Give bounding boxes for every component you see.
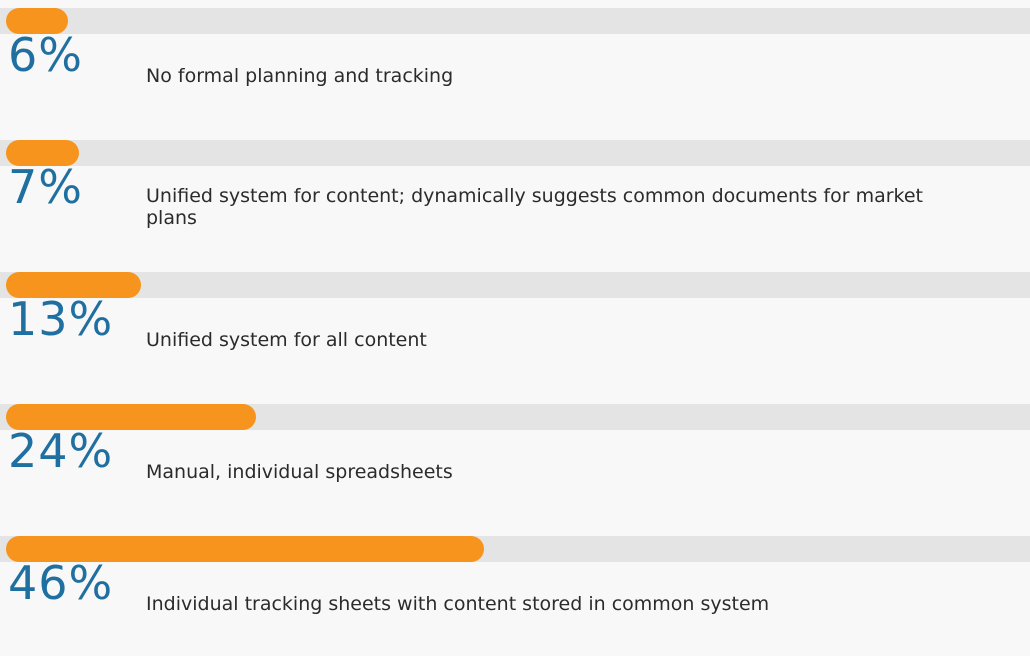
chart: 6% No formal planning and tracking 7% Un… [0,0,1030,628]
category-label: Manual, individual spreadsheets [146,461,453,483]
value-label: 13% [8,292,114,346]
category-label: No formal planning and tracking [146,65,454,87]
value-label: 6% [8,28,83,82]
category-label: Unified system for all content [146,329,427,351]
bar-track [0,140,1030,166]
chart-row: 7% Unified system for content; dynamical… [0,140,1030,260]
value-label: 46% [8,556,114,610]
chart-row: 13% Unified system for all content [0,272,1030,392]
chart-row: 24% Manual, individual spreadsheets [0,404,1030,524]
chart-row: 46% Individual tracking sheets with cont… [0,536,1030,656]
category-label: Individual tracking sheets with content … [146,593,770,615]
value-label: 24% [8,424,114,478]
bar-track [0,272,1030,298]
value-label: 7% [8,160,83,214]
chart-row: 6% No formal planning and tracking [0,8,1030,128]
category-label: Unified system for content; dynamically … [146,185,923,229]
bar-track [0,8,1030,34]
